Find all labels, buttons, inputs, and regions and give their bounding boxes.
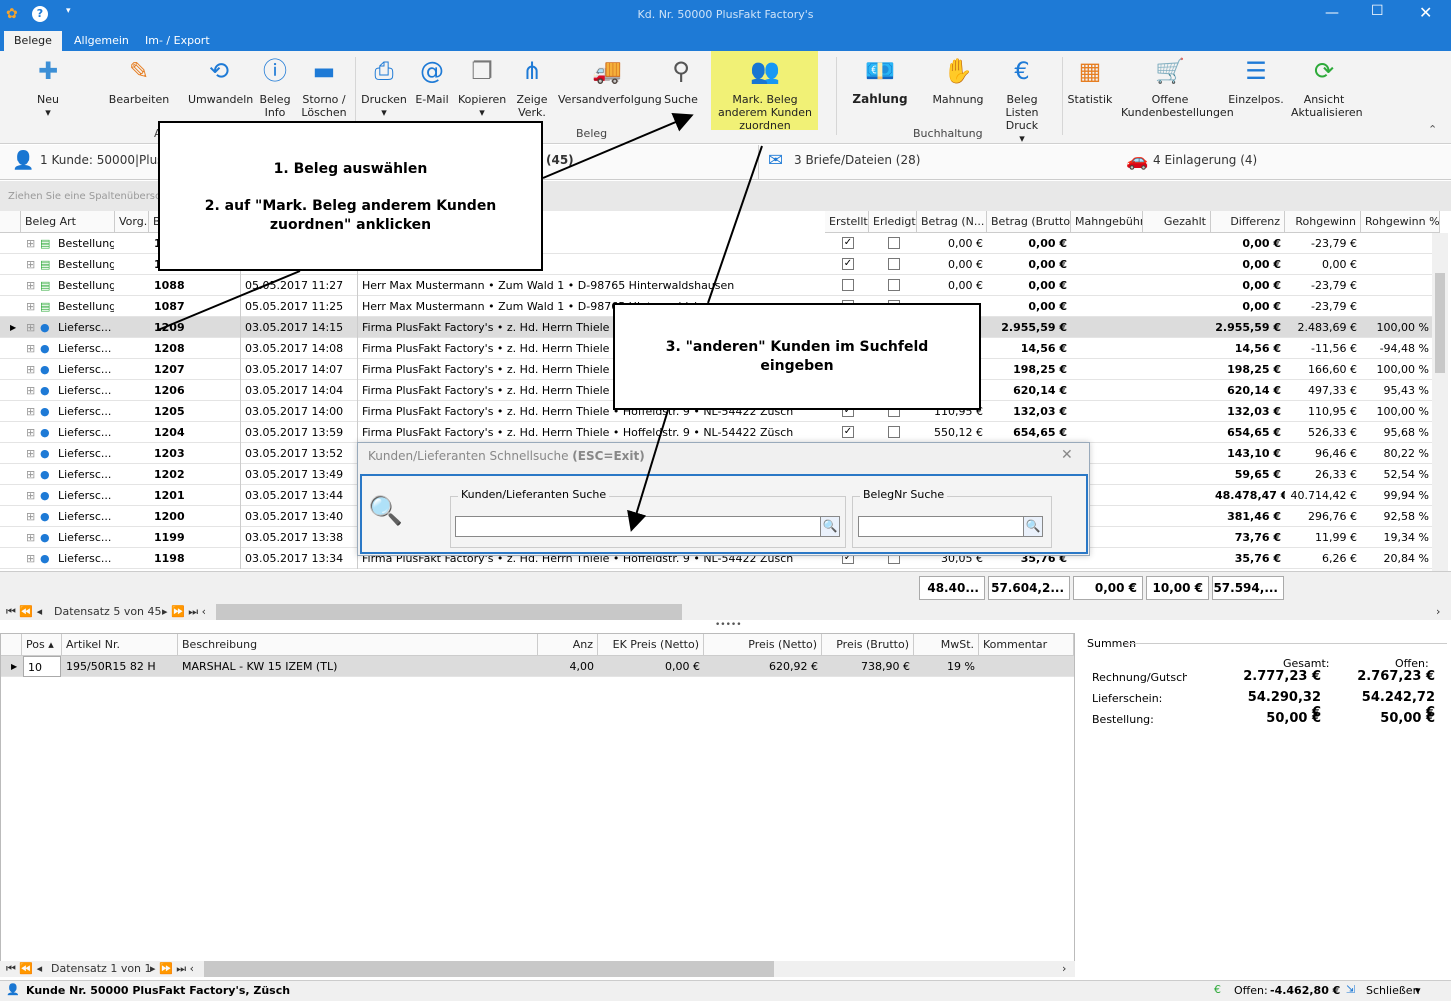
arrow-to-row	[157, 270, 301, 331]
callout-arrows	[157, 113, 763, 532]
arrow-to-search-input	[627, 409, 669, 532]
arrow-to-mark-button	[542, 113, 694, 179]
arrow-line-up	[707, 145, 763, 304]
